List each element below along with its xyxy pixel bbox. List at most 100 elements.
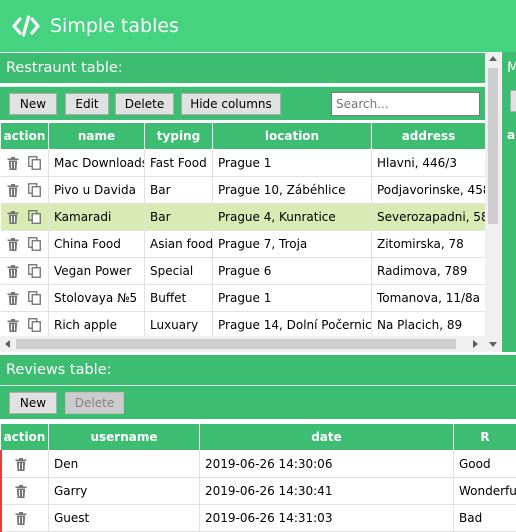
column-header-typing[interactable]: typing: [144, 122, 213, 150]
date-cell[interactable]: 2019-06-26 14:30:41: [199, 477, 454, 505]
column-header-username[interactable]: username: [48, 423, 200, 451]
copy-icon[interactable]: [27, 291, 41, 306]
address-cell[interactable]: Zitomirska, 78: [371, 230, 486, 258]
table-row[interactable]: Garry 2019-06-26 14:30:41 Wonderful: [0, 477, 516, 505]
location-cell[interactable]: Prague 6: [212, 257, 372, 285]
table-row[interactable]: Stolovaya №5 Buffet Prague 1 Tomanova, 11/8…: [0, 284, 486, 312]
username-cell[interactable]: Guest: [48, 504, 200, 532]
hide-columns-button[interactable]: Hide columns: [181, 93, 281, 115]
location-cell[interactable]: Prague 10, Zábéhlice: [212, 176, 372, 204]
delete-button[interactable]: Delete: [115, 93, 174, 115]
restaurant-vertical-scrollbar[interactable]: [485, 52, 501, 352]
side-panel-button[interactable]: [510, 90, 516, 112]
column-header-location[interactable]: location: [212, 122, 372, 150]
location-cell[interactable]: Prague 4, Kunratice: [212, 203, 372, 231]
trash-icon[interactable]: [7, 183, 19, 197]
column-header-date[interactable]: date: [199, 423, 454, 451]
copy-icon[interactable]: [27, 237, 41, 252]
app-header: Simple tables: [0, 0, 516, 52]
rating-cell[interactable]: Good: [453, 450, 516, 478]
table-row[interactable]: Den 2019-06-26 14:30:06 Good: [0, 450, 516, 478]
column-header-action[interactable]: action: [0, 122, 49, 150]
rating-cell[interactable]: Bad: [453, 504, 516, 532]
table-row[interactable]: Pivo u Davida Bar Prague 10, Zábéhlice Podj…: [0, 176, 486, 204]
restaurant-horizontal-scrollbar[interactable]: [0, 336, 485, 352]
username-cell[interactable]: Garry: [48, 477, 200, 505]
name-cell[interactable]: Mac Downloads: [48, 149, 145, 177]
copy-icon[interactable]: [27, 318, 41, 333]
window-edge: [0, 450, 2, 532]
trash-icon[interactable]: [15, 484, 27, 498]
table-row[interactable]: Guest 2019-06-26 14:31:03 Bad: [0, 504, 516, 532]
side-panel-title: M: [507, 60, 516, 76]
action-cell: [0, 176, 49, 204]
scrollbar-thumb[interactable]: [488, 68, 498, 224]
search-input[interactable]: Search...: [331, 92, 480, 116]
copy-icon[interactable]: [27, 264, 41, 279]
copy-icon[interactable]: [27, 156, 41, 171]
action-cell: [0, 203, 49, 231]
scroll-up-arrow-icon[interactable]: [489, 56, 497, 61]
date-cell[interactable]: 2019-06-26 14:30:06: [199, 450, 454, 478]
table-row[interactable]: Mac Downloads Fast Food Prague 1 Hlavni, 44…: [0, 149, 486, 177]
typing-cell[interactable]: Bar: [144, 203, 213, 231]
edit-button[interactable]: Edit: [65, 93, 109, 115]
column-header-address[interactable]: address: [371, 122, 486, 150]
new-button[interactable]: New: [9, 93, 57, 115]
hscrollbar-thumb[interactable]: [16, 339, 456, 349]
trash-icon[interactable]: [15, 511, 27, 525]
address-cell[interactable]: Tomanova, 11/8a: [371, 284, 486, 312]
typing-cell[interactable]: Bar: [144, 176, 213, 204]
name-cell[interactable]: China Food: [48, 230, 145, 258]
trash-icon[interactable]: [7, 237, 19, 251]
reviews-panel-title: Reviews table:: [0, 354, 516, 385]
typing-cell[interactable]: Fast Food: [144, 149, 213, 177]
column-header-action[interactable]: action: [0, 423, 49, 451]
location-cell[interactable]: Prague 1: [212, 149, 372, 177]
column-header-name[interactable]: name: [48, 122, 145, 150]
typing-cell[interactable]: Buffet: [144, 284, 213, 312]
location-cell[interactable]: Prague 7, Troja: [212, 230, 372, 258]
trash-icon[interactable]: [15, 457, 27, 471]
address-cell[interactable]: Hlavni, 446/3: [371, 149, 486, 177]
address-cell[interactable]: Podjavorinske, 458a: [371, 176, 486, 204]
action-cell: [0, 450, 49, 478]
side-panel-column: a: [507, 128, 516, 142]
name-cell[interactable]: Rich apple: [48, 311, 145, 339]
trash-icon[interactable]: [7, 291, 19, 305]
review-delete-button[interactable]: Delete: [65, 392, 124, 414]
trash-icon[interactable]: [7, 264, 19, 278]
scroll-down-arrow-icon[interactable]: [489, 342, 497, 347]
scroll-left-arrow-icon[interactable]: [5, 340, 10, 348]
table-row[interactable]: Vegan Power Special Prague 6 Radimova, 789: [0, 257, 486, 285]
scroll-right-arrow-icon[interactable]: [473, 340, 478, 348]
trash-icon[interactable]: [7, 210, 19, 224]
name-cell[interactable]: Vegan Power: [48, 257, 145, 285]
trash-icon[interactable]: [7, 318, 19, 332]
column-header-rating[interactable]: R: [453, 423, 516, 451]
table-row[interactable]: Kamaradi Bar Prague 4, Kunratice Severozapa…: [0, 203, 486, 231]
action-cell: [0, 311, 49, 339]
location-cell[interactable]: Prague 1: [212, 284, 372, 312]
name-cell[interactable]: Stolovaya №5: [48, 284, 145, 312]
address-cell[interactable]: Na Placich, 89: [371, 311, 486, 339]
action-cell: [0, 257, 49, 285]
trash-icon[interactable]: [7, 156, 19, 170]
typing-cell[interactable]: Asian food: [144, 230, 213, 258]
typing-cell[interactable]: Special: [144, 257, 213, 285]
copy-icon[interactable]: [27, 183, 41, 198]
table-row[interactable]: China Food Asian food Prague 7, Troja Zitom…: [0, 230, 486, 258]
username-cell[interactable]: Den: [48, 450, 200, 478]
copy-icon[interactable]: [27, 210, 41, 225]
rating-cell[interactable]: Wonderful: [453, 477, 516, 505]
address-cell[interactable]: Severozapadni, 589/7: [371, 203, 486, 231]
name-cell[interactable]: Kamaradi: [48, 203, 145, 231]
action-cell: [0, 149, 49, 177]
location-cell[interactable]: Prague 14, Dolní Počernice: [212, 311, 372, 339]
review-new-button[interactable]: New: [9, 392, 57, 414]
address-cell[interactable]: Radimova, 789: [371, 257, 486, 285]
typing-cell[interactable]: Luxuary: [144, 311, 213, 339]
name-cell[interactable]: Pivo u Davida: [48, 176, 145, 204]
date-cell[interactable]: 2019-06-26 14:31:03: [199, 504, 454, 532]
table-row[interactable]: Rich apple Luxuary Prague 14, Dolní Počern…: [0, 311, 486, 339]
